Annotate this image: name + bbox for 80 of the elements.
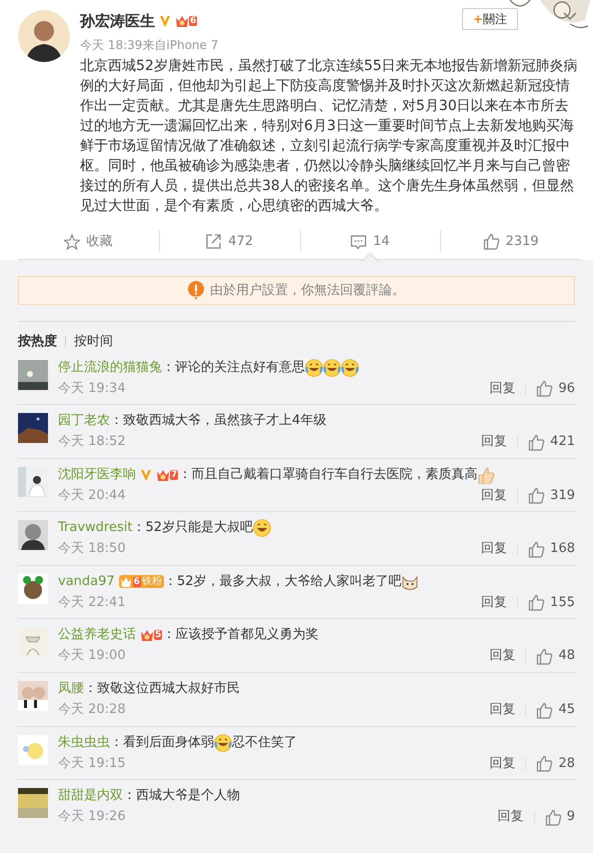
reply-link[interactable]: 回复 bbox=[481, 592, 508, 613]
thumbs-up-icon bbox=[528, 487, 546, 504]
thumbs-up-icon bbox=[477, 466, 496, 484]
thumbs-up-icon bbox=[528, 434, 546, 451]
author-name[interactable]: 孙宏涛医生 bbox=[80, 10, 155, 32]
follow-button[interactable]: +關注 bbox=[462, 8, 518, 30]
like-button[interactable]: 421 bbox=[528, 432, 575, 452]
warning-icon bbox=[188, 281, 204, 300]
thumbs-up-icon bbox=[536, 702, 554, 719]
share-icon bbox=[205, 233, 222, 250]
reply-link[interactable]: 回复 bbox=[489, 700, 516, 720]
comment-text: ：52岁只能是大叔吧 bbox=[132, 519, 254, 538]
comment-text: 忍不住笑了 bbox=[232, 734, 297, 752]
comment-time: 今天 22:41 bbox=[58, 594, 127, 612]
thumbs-up-icon bbox=[528, 594, 546, 612]
reply-link[interactable]: 回复 bbox=[489, 754, 516, 774]
comment-time: 今天 18:52 bbox=[58, 433, 127, 452]
post-text: 北京西城52岁唐姓市民，虽然打破了北京连续55日来无本地报告新增新冠肺炎病例的大好局面，但他却为引起上下防疫高度警惕并及时扑灭这次新燃起新冠疫情作出一定贡献。尤其是唐先生思路明白、记忆清楚，对5月30日以来在本市所去过的地方无一遗漏回忆出来，特别对6月3日这一重要时间节点上去新发地购买海鲜于市场逗留情况做了准确叙述，立刻引起流行病学专家高度重视并及时汇报中枢。同时，他虽被确诊为感染患者，仍然以冷静头脑继续回忆半月来与自己曾密接过的所有人员，提供出总共38人的密接名单。这个唐先生身体虽然弱，但显然见过大世面，是个有素质，心思缜密的西城大爷。 bbox=[80, 57, 579, 216]
comment-text: ：致敬西城大爷，虽然孩子才上4年级 bbox=[110, 412, 326, 430]
reply-link[interactable]: 回复 bbox=[498, 807, 524, 828]
comment-text: ：应该授予首都见义勇为奖 bbox=[162, 626, 318, 644]
thumbs-up-icon bbox=[544, 808, 562, 826]
emoji-icon bbox=[214, 734, 232, 752]
repost-button[interactable]: 472 bbox=[158, 224, 300, 260]
like-button[interactable]: 2319 bbox=[440, 224, 581, 260]
comment-time: 今天 18:50 bbox=[58, 540, 127, 558]
rank-badge: 5 bbox=[140, 628, 162, 642]
sort-tab[interactable]: 按热度 bbox=[18, 332, 57, 352]
comment-icon bbox=[350, 234, 368, 250]
comment-button[interactable]: 14 bbox=[300, 224, 440, 260]
like-button[interactable]: 45 bbox=[536, 700, 575, 720]
rank-badge: 6 bbox=[175, 14, 198, 28]
comment-time: 今天 20:28 bbox=[58, 701, 127, 720]
star-icon bbox=[64, 234, 80, 250]
comment-text: ：52岁，最多大叔，大爷给人家叫老了吧 bbox=[164, 572, 402, 591]
crown-icon bbox=[120, 576, 132, 588]
comment-text: ：评论的关注点好有意思 bbox=[162, 358, 305, 376]
emoji-icon bbox=[323, 358, 341, 376]
fan-badge: 6 铁粉 bbox=[118, 575, 164, 588]
thumbs-up-icon bbox=[536, 380, 554, 397]
like-button[interactable]: 9 bbox=[544, 807, 575, 828]
comment-time: 今天 19:26 bbox=[58, 808, 127, 826]
thumbs-up-icon bbox=[528, 540, 546, 558]
thumbs-up-icon bbox=[482, 233, 500, 250]
like-button[interactable]: 319 bbox=[528, 486, 575, 506]
comment-time: 今天 20:44 bbox=[58, 486, 127, 505]
like-button[interactable]: 48 bbox=[536, 646, 575, 666]
thumbs-up-icon bbox=[536, 648, 554, 665]
verified-icon bbox=[140, 468, 152, 482]
rank-badge: 7 bbox=[156, 468, 178, 482]
thumbs-up-icon bbox=[536, 755, 554, 772]
comment-text: ：而且自己戴着口罩骑自行车自行去医院，素质真高 bbox=[178, 466, 478, 484]
like-button[interactable]: 96 bbox=[536, 378, 575, 398]
reply-link[interactable]: 回复 bbox=[481, 486, 508, 506]
comment-text: ：西城大爷是个人物 bbox=[123, 787, 240, 806]
like-button[interactable]: 168 bbox=[528, 539, 575, 560]
emoji-icon bbox=[305, 358, 323, 376]
reply-link[interactable]: 回复 bbox=[489, 646, 516, 666]
favorite-button[interactable]: 收藏 bbox=[18, 224, 159, 260]
reply-link[interactable]: 回复 bbox=[489, 378, 516, 398]
reply-link[interactable]: 回复 bbox=[481, 539, 508, 560]
like-button[interactable]: 155 bbox=[528, 592, 575, 613]
like-button[interactable]: 28 bbox=[536, 754, 575, 774]
crown-icon bbox=[175, 14, 189, 28]
comment-time: 今天 19:00 bbox=[58, 647, 127, 666]
reply-link[interactable]: 回复 bbox=[481, 432, 508, 452]
notice-text: 由於用户設置，你無法回覆評論。 bbox=[210, 282, 405, 300]
verified-icon bbox=[159, 14, 171, 28]
comment-time: 今天 19:34 bbox=[58, 380, 127, 398]
sort-tab[interactable]: 按时间 bbox=[74, 332, 113, 352]
crown-icon bbox=[140, 628, 154, 642]
emoji-icon bbox=[341, 358, 359, 376]
emoji-icon bbox=[253, 519, 272, 538]
chevron-down-icon[interactable] bbox=[563, 12, 577, 21]
avatar-icon[interactable] bbox=[18, 10, 70, 62]
post-time: 今天 18:39 bbox=[80, 38, 142, 52]
crown-icon bbox=[156, 468, 170, 482]
comment-text: ：致敬这位西城大叔好市民 bbox=[84, 680, 240, 698]
comment-text: ：看到后面身体弱 bbox=[110, 734, 214, 752]
comment-time: 今天 19:15 bbox=[58, 754, 127, 773]
